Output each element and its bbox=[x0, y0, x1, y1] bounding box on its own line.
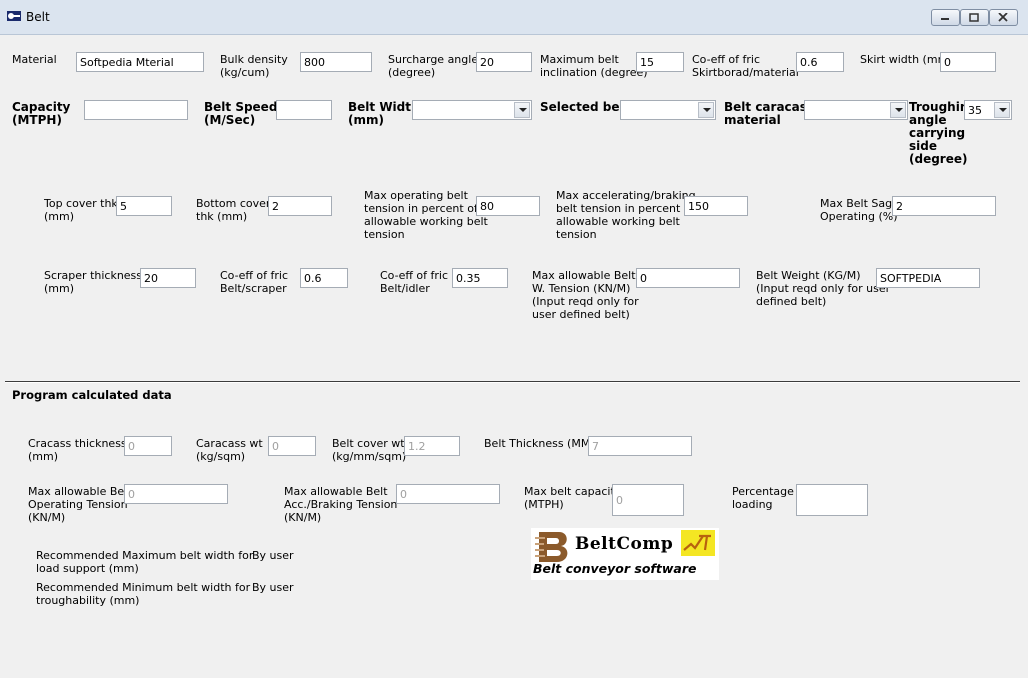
window-title: Belt bbox=[26, 10, 50, 24]
belt-cover-wt-label: Belt cover wt (kg/mm/sqm) bbox=[332, 437, 407, 463]
carcass-wt-label: Caracass wt (kg/sqm) bbox=[196, 437, 263, 463]
belt-width-select[interactable] bbox=[412, 100, 532, 120]
max-allow-accel-tension-output bbox=[396, 484, 500, 504]
bottom-cover-input[interactable] bbox=[268, 196, 332, 216]
max-belt-sag-label: Max Belt Sag Operating (%) bbox=[820, 197, 898, 223]
troughing-angle-label: Troughin angle carrying side (degree) bbox=[909, 100, 969, 166]
carcass-thickness-label: Cracass thickness (mm) bbox=[28, 437, 127, 463]
belt-speed-label: Belt Speed (M/Sec) bbox=[204, 100, 278, 127]
form-area: Material Bulk density (kg/cum) Surcharge… bbox=[0, 35, 1028, 678]
rec-max-width-label: Recommended Maximum belt width for load … bbox=[36, 549, 254, 575]
scraper-thickness-input[interactable] bbox=[140, 268, 196, 288]
belt-carcass-select[interactable] bbox=[804, 100, 908, 120]
chevron-down-icon[interactable] bbox=[994, 102, 1010, 118]
coeff-fric-skirtboard-input[interactable] bbox=[796, 52, 844, 72]
chevron-down-icon[interactable] bbox=[890, 102, 906, 118]
logo-tagline: Belt conveyor software bbox=[533, 561, 697, 576]
max-belt-capacity-label: Max belt capacity (MTPH) bbox=[524, 485, 622, 511]
rec-min-width-label: Recommended Minimum belt width for troug… bbox=[36, 581, 251, 607]
minimize-button[interactable] bbox=[931, 9, 960, 26]
chevron-down-icon[interactable] bbox=[698, 102, 714, 118]
minimize-icon bbox=[941, 18, 949, 20]
close-icon bbox=[998, 13, 1008, 22]
max-allowable-w-tension-input[interactable] bbox=[636, 268, 740, 288]
max-accel-tension-input[interactable] bbox=[684, 196, 748, 216]
title-bar: Belt bbox=[0, 0, 1028, 35]
coeff-fric-scraper-label: Co-eff of fric Belt/scraper bbox=[220, 269, 289, 295]
top-cover-input[interactable] bbox=[116, 196, 172, 216]
capacity-input[interactable] bbox=[84, 100, 188, 120]
top-cover-label: Top cover thk (mm) bbox=[44, 197, 118, 223]
max-belt-inclination-label: Maximum belt inclination (degree) bbox=[540, 53, 648, 79]
belt-speed-input[interactable] bbox=[276, 100, 332, 120]
chevron-down-icon[interactable] bbox=[514, 102, 530, 118]
max-belt-capacity-output bbox=[612, 484, 684, 516]
max-accel-tension-label: Max accelerating/braking belt tension in… bbox=[556, 189, 696, 241]
close-button[interactable] bbox=[989, 9, 1018, 26]
belt-thickness-output bbox=[588, 436, 692, 456]
scraper-thickness-label: Scraper thickness (mm) bbox=[44, 269, 143, 295]
capacity-label: Capacity (MTPH) bbox=[12, 100, 71, 127]
troughing-angle-value: 35 bbox=[968, 104, 982, 117]
calculated-heading: Program calculated data bbox=[12, 388, 172, 402]
material-label: Material bbox=[12, 53, 57, 66]
max-allow-accel-tension-label: Max allowable Belt Acc./Braking Tension … bbox=[284, 485, 398, 524]
belt-weight-input[interactable] bbox=[876, 268, 980, 288]
max-allow-operating-tension-output bbox=[124, 484, 228, 504]
max-allowable-w-tension-label: Max allowable Belt W. Tension (KN/M) (In… bbox=[532, 269, 639, 321]
surcharge-angle-input[interactable] bbox=[476, 52, 532, 72]
max-operating-tension-input[interactable] bbox=[476, 196, 540, 216]
beltcomp-logo: BeltComp Belt conveyor software bbox=[531, 528, 719, 580]
selected-belt-select[interactable] bbox=[620, 100, 716, 120]
troughing-angle-select[interactable]: 35 bbox=[964, 100, 1012, 120]
logo-name: BeltComp bbox=[575, 534, 674, 554]
rec-min-width-value: By user bbox=[252, 581, 294, 594]
coeff-fric-skirtboard-label: Co-eff of fric Skirtborad/material bbox=[692, 53, 799, 79]
max-belt-sag-input[interactable] bbox=[892, 196, 996, 216]
coeff-fric-idler-label: Co-eff of fric Belt/idler bbox=[380, 269, 449, 295]
restore-icon bbox=[969, 13, 979, 22]
logo-mark-icon bbox=[681, 530, 715, 556]
logo-b-icon bbox=[535, 532, 568, 562]
bottom-cover-label: Bottom cover thk (mm) bbox=[196, 197, 271, 223]
max-allow-operating-tension-label: Max allowable Belt Operating Tension (KN… bbox=[28, 485, 132, 524]
percentage-loading-label: Percentage loading bbox=[732, 485, 794, 511]
carcass-wt-output bbox=[268, 436, 316, 456]
section-divider bbox=[5, 381, 1020, 383]
belt-cover-wt-output bbox=[404, 436, 460, 456]
coeff-fric-idler-input[interactable] bbox=[452, 268, 508, 288]
rec-max-width-value: By user bbox=[252, 549, 294, 562]
max-operating-tension-label: Max operating belt tension in percent of… bbox=[364, 189, 488, 241]
belt-carcass-label: Belt caracass material bbox=[724, 100, 815, 127]
material-input[interactable] bbox=[76, 52, 204, 72]
surcharge-angle-label: Surcharge angle (degree) bbox=[388, 53, 479, 79]
skirt-width-input[interactable] bbox=[940, 52, 996, 72]
restore-button[interactable] bbox=[960, 9, 989, 26]
app-icon bbox=[7, 11, 21, 21]
coeff-fric-scraper-input[interactable] bbox=[300, 268, 348, 288]
max-belt-inclination-input[interactable] bbox=[636, 52, 684, 72]
belt-thickness-label: Belt Thickness (MM) bbox=[484, 437, 595, 450]
bulk-density-label: Bulk density (kg/cum) bbox=[220, 53, 288, 79]
belt-width-label: Belt Width (mm) bbox=[348, 100, 420, 127]
carcass-thickness-output bbox=[124, 436, 172, 456]
skirt-width-label: Skirt width (mm) bbox=[860, 53, 953, 66]
selected-belt-label: Selected belt bbox=[540, 100, 630, 114]
percentage-loading-output bbox=[796, 484, 868, 516]
belt-weight-label: Belt Weight (KG/M) (Input reqd only for … bbox=[756, 269, 891, 308]
bulk-density-input[interactable] bbox=[300, 52, 372, 72]
